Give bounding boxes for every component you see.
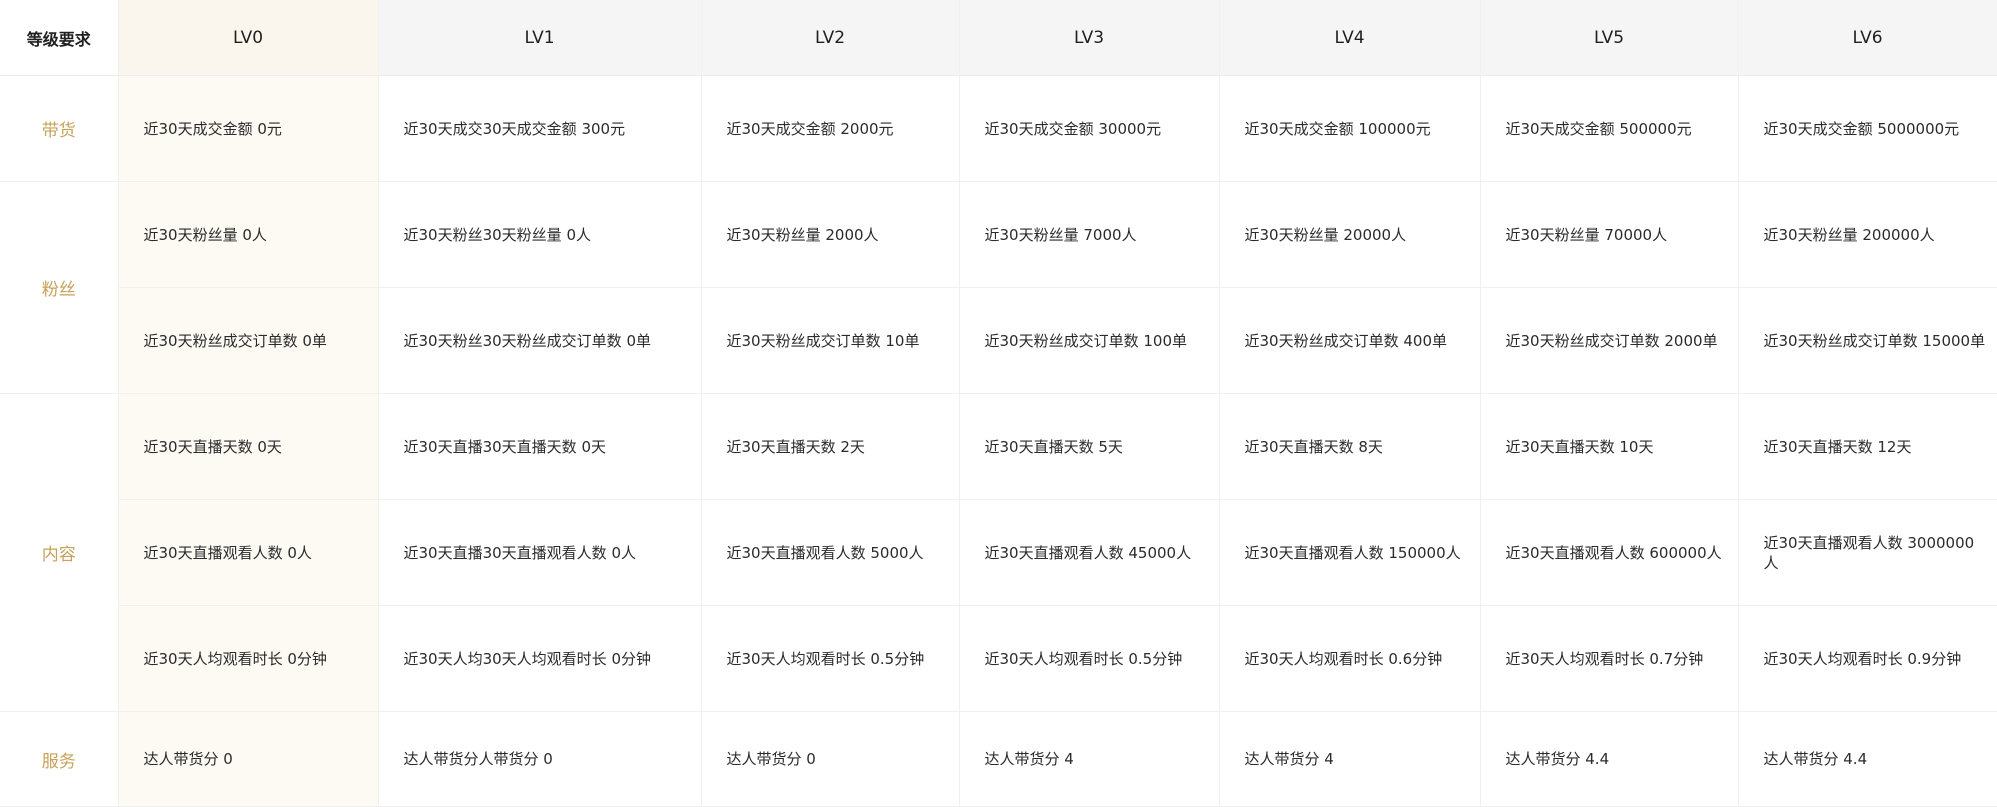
table-cell: 近30天直播天数 8天 <box>1219 393 1481 500</box>
table-cell: 近30天直播天数 10天 <box>1480 393 1739 500</box>
table-cell: 达人带货分 0 <box>701 711 960 807</box>
header-level-lv2: LV2 <box>701 0 960 76</box>
table-row: 内容 近30天直播天数 0天 近30天直播30天直播天数 0天 近30天直播天数… <box>0 393 1997 712</box>
table-cell: 近30天成交金额 500000元 <box>1480 75 1739 182</box>
table-cell: 近30天直播观看人数 600000人 <box>1480 499 1739 606</box>
table-cell: 达人带货分人带货分 0 <box>378 711 702 807</box>
table-cell: 近30天粉丝成交订单数 100单 <box>959 287 1220 394</box>
table-row: 近30天直播观看人数 0人 近30天直播30天直播观看人数 0人 近30天直播观… <box>0 499 1997 606</box>
table-cell: 近30天粉丝量 0人 <box>118 181 379 288</box>
table-cell: 近30天粉丝成交订单数 10单 <box>701 287 960 394</box>
table-cell: 近30天人均观看时长 0.5分钟 <box>701 605 960 712</box>
table-cell: 近30天直播观看人数 45000人 <box>959 499 1220 606</box>
table-cell: 近30天直播天数 2天 <box>701 393 960 500</box>
category-fans: 粉丝 <box>0 181 119 394</box>
table-row: 服务 达人带货分 0 达人带货分人带货分 0 达人带货分 0 达人带货分 4 达… <box>0 711 1997 807</box>
category-service: 服务 <box>0 711 119 807</box>
table-cell: 近30天直播天数 12天 <box>1738 393 1997 500</box>
category-content: 内容 <box>0 393 119 712</box>
table-cell: 近30天直播30天直播观看人数 0人 <box>378 499 702 606</box>
table-cell: 达人带货分 4.4 <box>1480 711 1739 807</box>
table-cell: 近30天直播观看人数 3000000人 <box>1738 499 1997 606</box>
level-requirements-table: 等级要求 LV0 LV1 LV2 LV3 LV4 LV5 LV6 带货 近30天… <box>0 0 1997 807</box>
table-cell: 近30天粉丝30天粉丝成交订单数 0单 <box>378 287 702 394</box>
table-cell: 达人带货分 4 <box>959 711 1220 807</box>
table-row: 粉丝 近30天粉丝量 0人 近30天粉丝30天粉丝量 0人 近30天粉丝量 20… <box>0 181 1997 394</box>
table-header-row: 等级要求 LV0 LV1 LV2 LV3 LV4 LV5 LV6 <box>0 0 1997 76</box>
table-row: 带货 近30天成交金额 0元 近30天成交30天成交金额 300元 近30天成交… <box>0 75 1997 182</box>
table-cell: 近30天人均30天人均观看时长 0分钟 <box>378 605 702 712</box>
table-cell: 近30天成交金额 0元 <box>118 75 379 182</box>
header-level-lv5: LV5 <box>1480 0 1739 76</box>
table-cell: 近30天粉丝成交订单数 0单 <box>118 287 379 394</box>
category-sales: 带货 <box>0 75 119 182</box>
table-cell: 近30天成交金额 2000元 <box>701 75 960 182</box>
table-cell: 近30天人均观看时长 0分钟 <box>118 605 379 712</box>
table-cell: 近30天粉丝量 2000人 <box>701 181 960 288</box>
table-cell: 近30天粉丝量 7000人 <box>959 181 1220 288</box>
table-cell: 近30天直播观看人数 150000人 <box>1219 499 1481 606</box>
table-cell: 近30天粉丝成交订单数 15000单 <box>1738 287 1997 394</box>
table-cell: 近30天成交金额 30000元 <box>959 75 1220 182</box>
table-row: 近30天人均观看时长 0分钟 近30天人均30天人均观看时长 0分钟 近30天人… <box>0 605 1997 712</box>
header-corner-label: 等级要求 <box>0 0 119 76</box>
header-level-lv4: LV4 <box>1219 0 1481 76</box>
table-cell: 近30天直播天数 0天 <box>118 393 379 500</box>
table-cell: 近30天粉丝量 200000人 <box>1738 181 1997 288</box>
table-cell: 近30天直播天数 5天 <box>959 393 1220 500</box>
header-level-lv6: LV6 <box>1738 0 1997 76</box>
table-cell: 近30天粉丝成交订单数 2000单 <box>1480 287 1739 394</box>
table-cell: 近30天粉丝量 20000人 <box>1219 181 1481 288</box>
table-cell: 近30天直播观看人数 5000人 <box>701 499 960 606</box>
table-cell: 近30天人均观看时长 0.7分钟 <box>1480 605 1739 712</box>
table-cell: 近30天人均观看时长 0.9分钟 <box>1738 605 1997 712</box>
table-cell: 达人带货分 4.4 <box>1738 711 1997 807</box>
table-cell: 近30天人均观看时长 0.5分钟 <box>959 605 1220 712</box>
table-cell: 达人带货分 4 <box>1219 711 1481 807</box>
table-cell: 近30天粉丝30天粉丝量 0人 <box>378 181 702 288</box>
table-row: 近30天粉丝成交订单数 0单 近30天粉丝30天粉丝成交订单数 0单 近30天粉… <box>0 287 1997 394</box>
header-level-lv0: LV0 <box>118 0 379 76</box>
table-cell: 近30天成交30天成交金额 300元 <box>378 75 702 182</box>
table-cell: 近30天人均观看时长 0.6分钟 <box>1219 605 1481 712</box>
table-cell: 近30天直播30天直播天数 0天 <box>378 393 702 500</box>
table-cell: 近30天直播观看人数 0人 <box>118 499 379 606</box>
table-cell: 近30天粉丝量 70000人 <box>1480 181 1739 288</box>
header-level-lv1: LV1 <box>378 0 702 76</box>
table-cell: 近30天成交金额 100000元 <box>1219 75 1481 182</box>
table-cell: 近30天粉丝成交订单数 400单 <box>1219 287 1481 394</box>
header-level-lv3: LV3 <box>959 0 1220 76</box>
table-cell: 达人带货分 0 <box>118 711 379 807</box>
table-cell: 近30天成交金额 5000000元 <box>1738 75 1997 182</box>
